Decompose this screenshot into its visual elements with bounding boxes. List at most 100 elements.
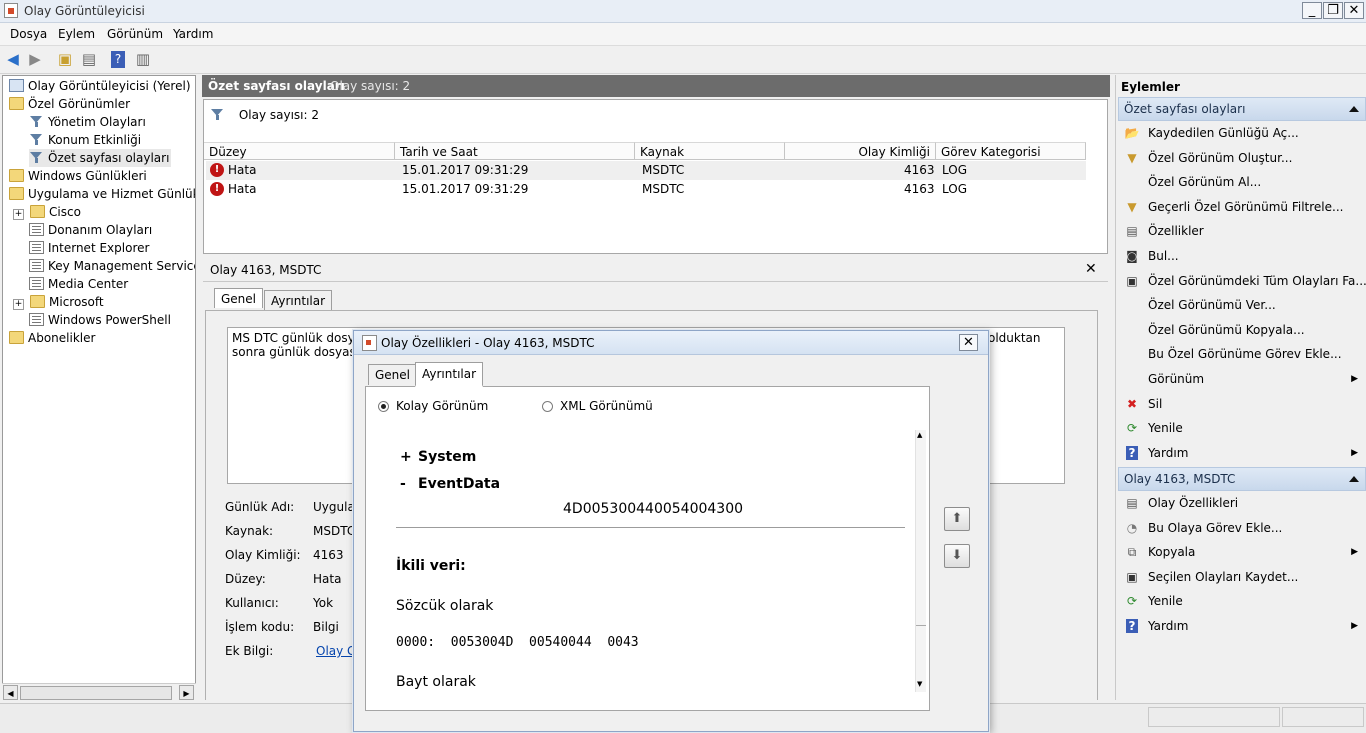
tree-key-management[interactable]: Key Management Service: [29, 257, 195, 275]
radio-xml-label[interactable]: XML Görünümü: [560, 399, 653, 413]
close-preview-icon[interactable]: ✕: [1085, 261, 1097, 277]
action-item-label: Bu Özel Görünüme Görev Ekle...: [1148, 347, 1342, 362]
tree-horizontal-scrollbar[interactable]: ◀ ▶: [2, 683, 196, 701]
expand-icon[interactable]: +: [13, 299, 24, 310]
action-item[interactable]: ? Yardım ▶: [1118, 614, 1366, 638]
actions-section-summary[interactable]: Özet sayfası olayları: [1118, 97, 1366, 121]
action-item[interactable]: Özel Görünüm Al...: [1118, 170, 1366, 194]
tree-location-activity[interactable]: Konum Etkinliği: [29, 131, 141, 149]
radio-xml-view[interactable]: [542, 401, 553, 412]
scroll-right-arrow-icon[interactable]: ▶: [179, 685, 194, 700]
action-item[interactable]: ▤ Özellikler: [1118, 219, 1366, 243]
error-icon: !: [210, 182, 224, 196]
forward-arrow-icon[interactable]: ▶: [26, 51, 44, 68]
tree-windows-logs[interactable]: Windows Günlükleri: [9, 167, 147, 185]
filter-icon: ▼: [1127, 150, 1137, 165]
scroll-left-arrow-icon[interactable]: ◀: [3, 685, 18, 700]
tree-subscriptions[interactable]: Abonelikler: [9, 329, 95, 347]
xml-vertical-scrollbar[interactable]: ▲ ▼: [915, 430, 926, 692]
dialog-tab-details[interactable]: Ayrıntılar: [415, 362, 484, 387]
action-item[interactable]: Özel Görünümü Kopyala...: [1118, 318, 1366, 342]
action-item[interactable]: ⟳ Yenile: [1118, 416, 1366, 440]
error-icon: !: [210, 163, 224, 177]
maximize-button[interactable]: ❐: [1323, 2, 1343, 19]
action-item[interactable]: 📂 Kaydedilen Günlüğü Aç...: [1118, 121, 1366, 145]
action-item[interactable]: Bu Özel Görünüme Görev Ekle...: [1118, 342, 1366, 366]
log-icon: [29, 313, 44, 326]
action-item[interactable]: Görünüm ▶: [1118, 367, 1366, 391]
actions-section-event[interactable]: Olay 4163, MSDTC: [1118, 467, 1366, 491]
action-item[interactable]: ✖ Sil: [1118, 392, 1366, 416]
action-item[interactable]: ⟳ Yenile: [1118, 589, 1366, 613]
menu-bar: Dosya Eylem Görünüm Yardım: [0, 23, 1366, 46]
column-datetime[interactable]: Tarih ve Saat: [395, 142, 635, 160]
action-item[interactable]: Özel Görünümü Ver...: [1118, 293, 1366, 317]
table-row[interactable]: ! Hata 15.01.2017 09:31:29 MSDTC 4163 LO…: [206, 161, 1086, 180]
previous-event-button[interactable]: ⬆: [944, 507, 970, 531]
bytes-heading: Bayt olarak: [396, 674, 476, 690]
column-level[interactable]: Düzey: [204, 142, 395, 160]
collapse-eventdata-toggle[interactable]: -: [400, 476, 406, 492]
copy-icon: ⧉: [1127, 545, 1137, 560]
tree-custom-views[interactable]: Özel Görünümler: [9, 95, 130, 113]
action-item-label: Geçerli Özel Görünümü Filtrele...: [1148, 199, 1344, 214]
show-hide-tree-icon[interactable]: ▤: [80, 51, 98, 68]
eventdata-node[interactable]: EventData: [418, 476, 500, 492]
action-item[interactable]: ▼ Geçerli Özel Görünümü Filtrele...: [1118, 195, 1366, 219]
tree-summary-events[interactable]: Özet sayfası olayları: [29, 149, 172, 167]
show-hide-action-pane-icon[interactable]: ▥: [134, 51, 152, 68]
collapse-icon[interactable]: [1349, 476, 1359, 482]
dialog-close-button[interactable]: ✕: [959, 334, 978, 351]
menu-view[interactable]: Görünüm: [107, 27, 163, 41]
action-item[interactable]: ▣ Seçilen Olayları Kaydet...: [1118, 565, 1366, 589]
system-node[interactable]: System: [418, 449, 476, 465]
menu-file[interactable]: Dosya: [10, 27, 47, 41]
tree-cisco[interactable]: + Cisco: [13, 203, 81, 221]
menu-action[interactable]: Eylem: [58, 27, 95, 41]
action-item[interactable]: ▼ Özel Görünüm Oluştur...: [1118, 146, 1366, 170]
folder-up-icon[interactable]: ▣: [56, 51, 74, 68]
tab-general[interactable]: Genel: [214, 288, 264, 308]
tree-internet-explorer[interactable]: Internet Explorer: [29, 239, 149, 257]
action-item[interactable]: ▣ Özel Görünümdeki Tüm Olayları Fa...: [1118, 269, 1366, 293]
tree-app-service-logs[interactable]: Uygulama ve Hizmet Günlükleri: [9, 185, 195, 203]
column-source[interactable]: Kaynak: [635, 142, 785, 160]
action-item[interactable]: ▤ Olay Özellikleri: [1118, 491, 1366, 515]
filter-icon: [29, 133, 44, 146]
radio-friendly-view[interactable]: [378, 401, 389, 412]
tree-root[interactable]: Olay Görüntüleyicisi (Yerel): [9, 77, 191, 95]
expand-icon[interactable]: +: [13, 209, 24, 220]
action-item[interactable]: ◔ Bu Olaya Görev Ekle...: [1118, 516, 1366, 540]
close-button[interactable]: ✕: [1344, 2, 1364, 19]
friendly-view-content: + System - EventData 4D00530044005400430…: [386, 430, 926, 692]
tab-details[interactable]: Ayrıntılar: [264, 290, 333, 310]
row-source: MSDTC: [642, 182, 685, 196]
row-source: MSDTC: [642, 163, 685, 177]
column-category[interactable]: Görev Kategorisi: [936, 142, 1086, 160]
dialog-tab-general[interactable]: Genel: [368, 364, 418, 385]
radio-friendly-label[interactable]: Kolay Görünüm: [396, 399, 488, 413]
action-item[interactable]: ◙ Bul...: [1118, 244, 1366, 268]
expand-system-toggle[interactable]: +: [400, 449, 412, 465]
scroll-up-arrow-icon[interactable]: ▲: [917, 431, 922, 439]
scroll-thumb[interactable]: [20, 686, 172, 700]
tree-hardware-events[interactable]: Donanım Olayları: [29, 221, 152, 239]
column-event-id[interactable]: Olay Kimliği: [785, 142, 936, 160]
tree-powershell[interactable]: Windows PowerShell: [29, 311, 171, 329]
tree-microsoft[interactable]: + Microsoft: [13, 293, 104, 311]
scroll-down-arrow-icon[interactable]: ▼: [917, 680, 922, 688]
action-item[interactable]: ⧉ Kopyala ▶: [1118, 540, 1366, 564]
field-more-info-label: Ek Bilgi:: [225, 644, 274, 658]
more-info-link[interactable]: Olay G: [316, 644, 356, 658]
tree-media-center[interactable]: Media Center: [29, 275, 128, 293]
collapse-icon[interactable]: [1349, 106, 1359, 112]
table-row[interactable]: ! Hata 15.01.2017 09:31:29 MSDTC 4163 LO…: [206, 180, 1086, 199]
help-icon[interactable]: ?: [111, 51, 125, 68]
tree-powershell-label: Windows PowerShell: [48, 313, 171, 327]
menu-help[interactable]: Yardım: [173, 27, 213, 41]
next-event-button[interactable]: ⬇: [944, 544, 970, 568]
minimize-button[interactable]: _: [1302, 2, 1322, 19]
tree-admin-events[interactable]: Yönetim Olayları: [29, 113, 146, 131]
back-arrow-icon[interactable]: ◀: [4, 51, 22, 68]
action-item[interactable]: ? Yardım ▶: [1118, 441, 1366, 465]
